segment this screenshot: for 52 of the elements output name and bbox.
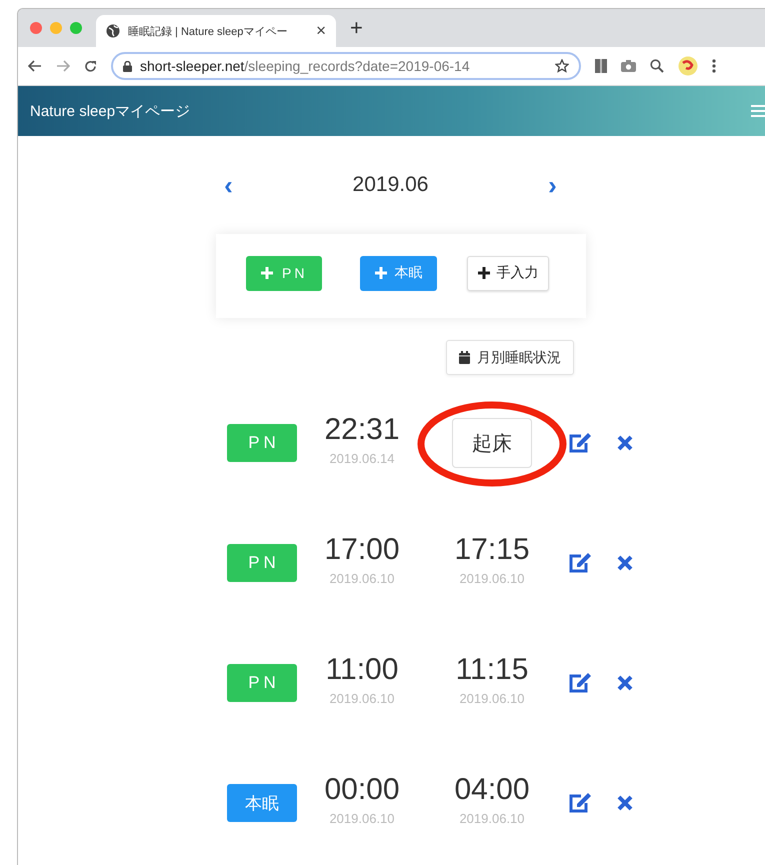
date-text: 2019.06.10 <box>329 690 395 706</box>
date-text: 2019.06.10 <box>459 690 525 706</box>
camera-icon[interactable] <box>621 60 636 72</box>
plus-icon <box>478 267 490 279</box>
back-icon[interactable] <box>28 60 42 72</box>
tab-title: 睡眠記録 | Nature sleepマイペー <box>128 24 288 38</box>
date-text: 2019.06.10 <box>329 570 395 586</box>
delete-icon[interactable] <box>616 555 632 571</box>
sleep-type-badge: 本眠 <box>227 784 297 822</box>
time-text: 00:00 <box>324 774 400 804</box>
more-icon[interactable] <box>712 59 716 73</box>
next-month-button[interactable]: › <box>532 172 572 198</box>
calendar-icon <box>459 351 470 364</box>
sleep-type-badge: PN <box>227 424 297 462</box>
sleep-type-badge: PN <box>227 664 297 702</box>
time-text: 11:00 <box>326 654 398 684</box>
delete-icon[interactable] <box>616 675 632 691</box>
address-bar[interactable]: short-sleeper.net/sleeping_records?date=2019-06-14 <box>111 52 581 80</box>
time-text: 04:00 <box>454 774 530 804</box>
edit-icon[interactable] <box>568 432 592 454</box>
reload-icon[interactable] <box>84 60 97 72</box>
url-text: short-sleeper.net/sleeping_records?date=2019-06-14 <box>140 58 471 74</box>
brand-title[interactable]: Nature sleepマイページ <box>30 102 190 120</box>
add-record-button[interactable]: 手入力 <box>467 256 550 290</box>
time-text: 17:15 <box>454 534 530 564</box>
time-text: 11:15 <box>456 654 528 684</box>
edit-icon[interactable] <box>568 552 592 574</box>
plus-icon <box>375 267 388 279</box>
browser-tab[interactable]: 睡眠記録 | Nature sleepマイペー × <box>96 15 336 47</box>
edit-icon[interactable] <box>568 672 592 694</box>
time-text: 17:00 <box>324 534 400 564</box>
extension-icon[interactable] <box>678 56 698 76</box>
search-icon[interactable] <box>650 59 664 73</box>
date-text: 2019.06.10 <box>459 570 525 586</box>
time-text: 22:31 <box>324 414 400 444</box>
month-title: 2019.06 <box>352 173 430 197</box>
date-text: 2019.06.10 <box>329 810 395 826</box>
sleep-type-badge: PN <box>227 544 297 582</box>
date-text: 2019.06.14 <box>329 450 395 466</box>
monthly-status-button[interactable]: 月別睡眠状況 <box>446 340 574 375</box>
delete-icon[interactable] <box>616 435 632 451</box>
plus-icon <box>261 267 273 279</box>
date-text: 2019.06.10 <box>459 810 525 826</box>
lock-icon <box>123 60 132 72</box>
star-icon[interactable] <box>555 59 569 73</box>
tab-close-button[interactable]: × <box>316 21 326 41</box>
delete-icon[interactable] <box>616 795 632 811</box>
previous-month-button[interactable]: ‹ <box>208 172 248 198</box>
globe-icon <box>106 24 120 38</box>
new-tab-button[interactable]: + <box>350 15 363 41</box>
edit-icon[interactable] <box>568 792 592 814</box>
wake-up-button[interactable]: 起床 <box>452 418 532 468</box>
